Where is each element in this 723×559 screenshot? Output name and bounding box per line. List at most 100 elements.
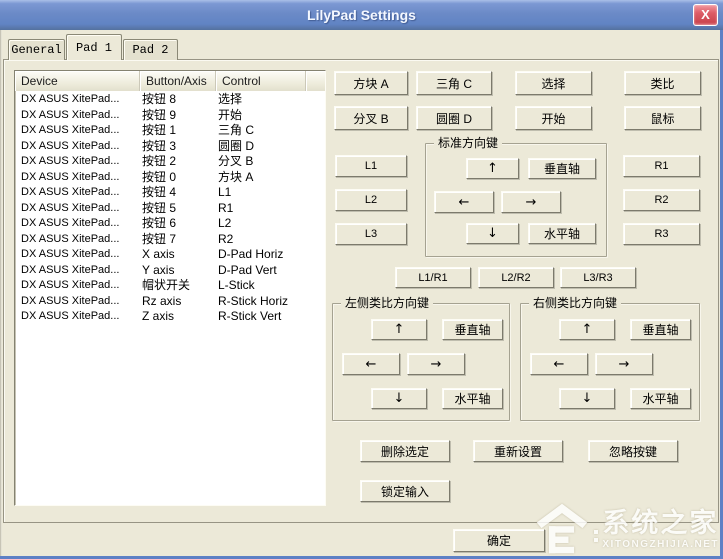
rstick-up-button[interactable]: ↑: [559, 319, 615, 340]
dpad-vertical-axis-button[interactable]: 垂直轴: [528, 158, 596, 179]
cell-device: DX ASUS XitePad...: [15, 201, 140, 217]
tab-general-label: General: [11, 43, 61, 57]
ok-button[interactable]: 确定: [453, 529, 545, 552]
list-item[interactable]: DX ASUS XitePad...按钮 2分叉 B: [15, 154, 325, 170]
list-item[interactable]: DX ASUS XitePad...按钮 1三角 C: [15, 123, 325, 139]
list-item[interactable]: DX ASUS XitePad...X axisD-Pad Horiz: [15, 247, 325, 263]
dpad-down-button[interactable]: ↓: [466, 223, 519, 244]
cell-button: 按钮 6: [140, 216, 216, 232]
cell-control: D-Pad Vert: [216, 263, 325, 279]
cell-device: DX ASUS XitePad...: [15, 263, 140, 279]
rstick-left-button[interactable]: ←: [530, 353, 588, 375]
cell-button: 按钮 5: [140, 201, 216, 217]
lstick-up-button[interactable]: ↑: [371, 319, 427, 340]
mouse-button[interactable]: 鼠标: [624, 106, 701, 130]
square-button[interactable]: 方块 A: [334, 71, 408, 95]
right-stick-group: 右侧类比方向键 ↑ 垂直轴 ← → ↓ 水平轴: [520, 303, 700, 421]
cell-device: DX ASUS XitePad...: [15, 232, 140, 248]
column-header-control[interactable]: Control: [216, 71, 306, 91]
left-stick-group: 左侧类比方向键 ↑ 垂直轴 ← → ↓ 水平轴: [332, 303, 510, 421]
reset-all-button[interactable]: 重新设置: [473, 440, 563, 462]
dpad-group-title: 标准方向键: [434, 136, 502, 150]
list-item[interactable]: DX ASUS XitePad...帽状开关L-Stick: [15, 278, 325, 294]
cell-control: 选择: [216, 92, 325, 108]
cell-button: Rz axis: [140, 294, 216, 310]
cell-device: DX ASUS XitePad...: [15, 170, 140, 186]
rstick-right-button[interactable]: →: [595, 353, 653, 375]
cell-device: DX ASUS XitePad...: [15, 123, 140, 139]
lstick-right-button[interactable]: →: [407, 353, 465, 375]
lstick-horizontal-axis-button[interactable]: 水平轴: [442, 388, 503, 409]
titlebar[interactable]: LilyPad Settings: [0, 0, 723, 30]
lstick-vertical-axis-button[interactable]: 垂直轴: [442, 319, 503, 340]
cell-control: R1: [216, 201, 325, 217]
list-item[interactable]: DX ASUS XitePad...按钮 6L2: [15, 216, 325, 232]
column-header-filler: [306, 71, 325, 91]
dpad-horizontal-axis-button[interactable]: 水平轴: [528, 223, 596, 244]
delete-selected-button[interactable]: 删除选定: [360, 440, 450, 462]
list-item[interactable]: DX ASUS XitePad...按钮 7R2: [15, 232, 325, 248]
cell-control: R-Stick Horiz: [216, 294, 325, 310]
dpad-right-button[interactable]: →: [501, 191, 561, 213]
rstick-vertical-axis-button[interactable]: 垂直轴: [630, 319, 691, 340]
bindings-list[interactable]: Device Button/Axis Control DX ASUS XiteP…: [14, 70, 326, 506]
column-header-button-axis[interactable]: Button/Axis: [140, 71, 216, 91]
list-item[interactable]: DX ASUS XitePad...按钮 3圆圈 D: [15, 139, 325, 155]
list-item[interactable]: DX ASUS XitePad...按钮 8选择: [15, 92, 325, 108]
cell-button: X axis: [140, 247, 216, 263]
l1r1-button[interactable]: L1/R1: [395, 267, 471, 288]
rstick-down-button[interactable]: ↓: [559, 388, 615, 409]
window-title: LilyPad Settings: [0, 0, 723, 30]
dpad-left-button[interactable]: ←: [434, 191, 494, 213]
lock-input-button[interactable]: 锁定输入: [360, 480, 450, 502]
ignore-key-button[interactable]: 忽略按键: [588, 440, 678, 462]
l2r2-button[interactable]: L2/R2: [478, 267, 554, 288]
list-item[interactable]: DX ASUS XitePad...Rz axisR-Stick Horiz: [15, 294, 325, 310]
select-button[interactable]: 选择: [515, 71, 592, 95]
l3r3-button[interactable]: L3/R3: [560, 267, 636, 288]
dpad-up-button[interactable]: ↑: [466, 158, 519, 179]
cell-device: DX ASUS XitePad...: [15, 108, 140, 124]
cell-button: 按钮 3: [140, 139, 216, 155]
cell-device: DX ASUS XitePad...: [15, 185, 140, 201]
rstick-horizontal-axis-button[interactable]: 水平轴: [630, 388, 691, 409]
lstick-down-button[interactable]: ↓: [371, 388, 427, 409]
cell-device: DX ASUS XitePad...: [15, 294, 140, 310]
l2-button[interactable]: L2: [335, 189, 407, 211]
start-button[interactable]: 开始: [515, 106, 592, 130]
l1-button[interactable]: L1: [335, 155, 407, 177]
lstick-left-button[interactable]: ←: [342, 353, 400, 375]
analog-button[interactable]: 类比: [624, 71, 701, 95]
cell-control: L1: [216, 185, 325, 201]
list-item[interactable]: DX ASUS XitePad...Z axisR-Stick Vert: [15, 309, 325, 325]
tab-general[interactable]: General: [8, 39, 65, 60]
list-item[interactable]: DX ASUS XitePad...按钮 9开始: [15, 108, 325, 124]
cell-device: DX ASUS XitePad...: [15, 216, 140, 232]
dpad-group: 标准方向键 ↑ 垂直轴 ← → ↓ 水平轴: [425, 143, 607, 257]
cell-button: 帽状开关: [140, 278, 216, 294]
l3-button[interactable]: L3: [335, 223, 407, 245]
r1-button[interactable]: R1: [623, 155, 700, 177]
tab-pad2[interactable]: Pad 2: [123, 39, 178, 60]
left-stick-group-title: 左侧类比方向键: [341, 296, 433, 310]
list-item[interactable]: DX ASUS XitePad...按钮 4L1: [15, 185, 325, 201]
lilypad-settings-window: LilyPad Settings X General Pad 1 Pad 2 D…: [0, 0, 723, 559]
tab-pad1[interactable]: Pad 1: [66, 34, 122, 60]
cell-control: R-Stick Vert: [216, 309, 325, 325]
triangle-button[interactable]: 三角 C: [416, 71, 492, 95]
cell-button: 按钮 0: [140, 170, 216, 186]
circle-button[interactable]: 圆圈 D: [416, 106, 492, 130]
cell-device: DX ASUS XitePad...: [15, 247, 140, 263]
cell-control: 方块 A: [216, 170, 325, 186]
column-header-device[interactable]: Device: [15, 71, 140, 91]
list-item[interactable]: DX ASUS XitePad...按钮 0方块 A: [15, 170, 325, 186]
r3-button[interactable]: R3: [623, 223, 700, 245]
r2-button[interactable]: R2: [623, 189, 700, 211]
list-item[interactable]: DX ASUS XitePad...Y axisD-Pad Vert: [15, 263, 325, 279]
close-icon[interactable]: X: [693, 4, 718, 26]
cell-control: 开始: [216, 108, 325, 124]
cell-control: L-Stick: [216, 278, 325, 294]
tab-pad2-label: Pad 2: [132, 43, 168, 57]
list-item[interactable]: DX ASUS XitePad...按钮 5R1: [15, 201, 325, 217]
cross-button[interactable]: 分叉 B: [334, 106, 408, 130]
